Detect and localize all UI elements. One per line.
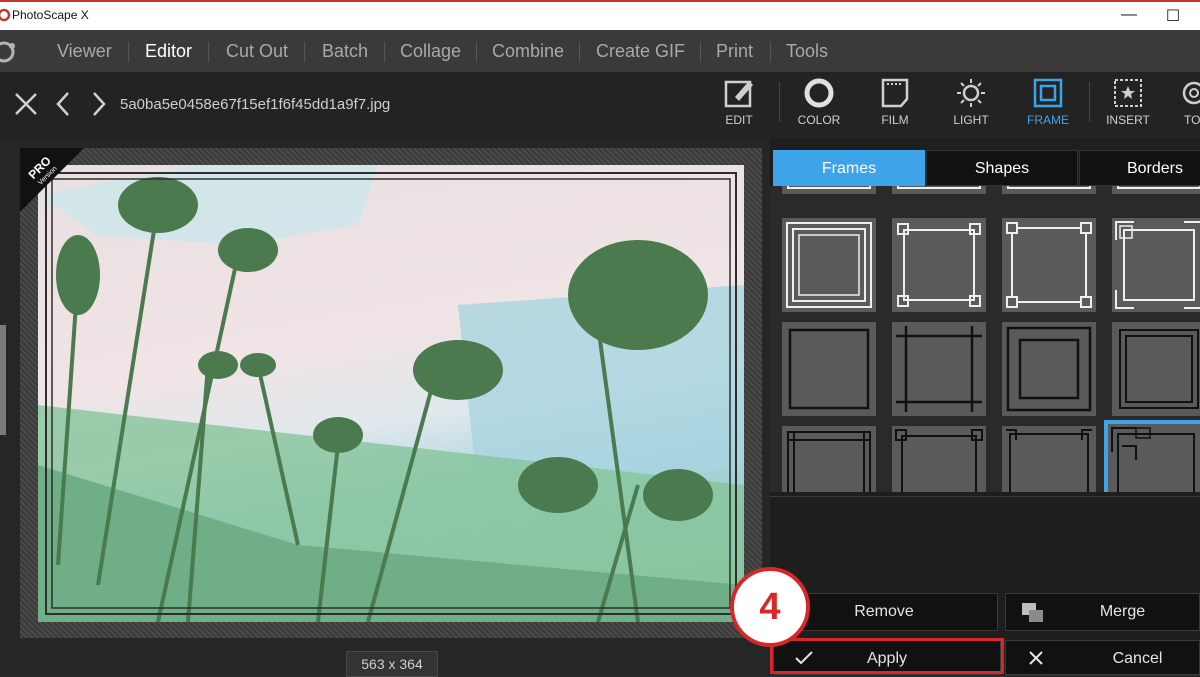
menu-divider (304, 42, 305, 62)
frame-thumbnail[interactable] (1002, 322, 1096, 416)
tool-frame[interactable]: FRAME (1012, 77, 1084, 135)
pro-version-badge: PRO Version (20, 148, 84, 212)
menu-divider (476, 42, 477, 62)
frame-thumbnail[interactable] (892, 186, 986, 194)
flowers-image (38, 165, 744, 622)
image-size-label: 563 x 364 (346, 651, 438, 677)
tool-light[interactable]: LIGHT (935, 77, 1007, 135)
merge-label: Merge (1099, 603, 1146, 620)
minimize-button[interactable]: — (1114, 6, 1144, 24)
merge-button[interactable]: Merge (1005, 593, 1200, 631)
frame-thumbnail[interactable] (1112, 322, 1200, 416)
edit-icon (724, 80, 753, 108)
tool-tools[interactable]: TO (1160, 77, 1200, 135)
tool-frame-label: FRAME (1027, 113, 1069, 127)
left-scrollbar[interactable] (0, 325, 6, 435)
menu-cut-out[interactable]: Cut Out (226, 40, 288, 64)
tool-light-label: LIGHT (953, 113, 989, 127)
tool-edit-label: EDIT (725, 113, 753, 127)
tool-insert[interactable]: INSERT (1092, 77, 1164, 135)
frame-thumbnail[interactable] (782, 218, 876, 312)
color-icon (804, 78, 834, 108)
tab-shapes[interactable]: Shapes (926, 150, 1078, 186)
frame-thumbnail[interactable] (1002, 426, 1096, 492)
tool-tools-label: TO (1184, 113, 1200, 127)
apply-highlight-box (770, 638, 1004, 674)
menu-collage[interactable]: Collage (400, 40, 461, 64)
tool-insert-label: INSERT (1106, 113, 1150, 127)
toolbar-divider (1089, 82, 1090, 122)
panel-divider (770, 496, 1200, 497)
frame-icon (1033, 78, 1063, 108)
maximize-button[interactable]: ☐ (1158, 6, 1188, 26)
tool-film-label: FILM (881, 113, 909, 127)
frame-thumbnail-grid (770, 186, 1200, 492)
menu-viewer[interactable]: Viewer (57, 40, 112, 64)
cancel-button[interactable]: Cancel (1005, 640, 1200, 675)
frame-thumbnail[interactable] (892, 322, 986, 416)
tool-color[interactable]: COLOR (783, 77, 855, 135)
frame-thumbnail[interactable] (1002, 218, 1096, 312)
insert-icon (1114, 79, 1142, 107)
app-logo-icon (0, 8, 11, 22)
menu-divider (700, 42, 701, 62)
tools-icon (1182, 81, 1200, 105)
menu-batch[interactable]: Batch (322, 40, 368, 64)
menu-divider (770, 42, 771, 62)
tab-borders[interactable]: Borders (1079, 150, 1200, 186)
frame-thumbnail[interactable] (1112, 218, 1200, 312)
light-icon (957, 79, 985, 107)
frame-thumbnail[interactable] (782, 186, 876, 194)
menu-divider (208, 42, 209, 62)
menu-divider (128, 42, 129, 62)
tool-film[interactable]: FILM (859, 77, 931, 135)
next-icon[interactable] (84, 88, 116, 120)
toolbar-divider (779, 82, 780, 122)
menu-divider (384, 42, 385, 62)
previous-icon[interactable] (48, 88, 80, 120)
edited-photo[interactable] (38, 165, 744, 622)
menu-combine[interactable]: Combine (492, 40, 564, 64)
menu-editor[interactable]: Editor (145, 40, 192, 64)
frame-thumbnail[interactable] (782, 426, 876, 492)
tab-frames[interactable]: Frames (773, 150, 925, 186)
cancel-label: Cancel (1112, 650, 1163, 667)
film-icon (881, 78, 909, 108)
menu-divider (579, 42, 580, 62)
step-number-badge: 4 (730, 567, 810, 647)
close-icon[interactable] (10, 88, 42, 120)
menu-create-gif[interactable]: Create GIF (596, 40, 685, 64)
tool-color-label: COLOR (797, 113, 841, 127)
menu-print[interactable]: Print (716, 40, 753, 64)
frame-thumbnail[interactable] (782, 322, 876, 416)
frame-thumbnail-selected[interactable] (1104, 420, 1200, 492)
menu-tools[interactable]: Tools (786, 40, 828, 64)
photoscape-logo-icon[interactable] (0, 40, 20, 64)
tool-edit[interactable]: EDIT (703, 77, 775, 135)
frame-thumbnail[interactable] (1112, 186, 1200, 194)
frame-thumbnail[interactable] (892, 218, 986, 312)
window-title: PhotoScape X (12, 8, 89, 22)
file-name: 5a0ba5e0458e67f15ef1f6f45dd1a9f7.jpg (120, 96, 391, 113)
frame-thumbnail[interactable] (1002, 186, 1096, 194)
frame-thumbnail[interactable] (892, 426, 986, 492)
title-bar: PhotoScape X — ☐ (0, 0, 1200, 30)
